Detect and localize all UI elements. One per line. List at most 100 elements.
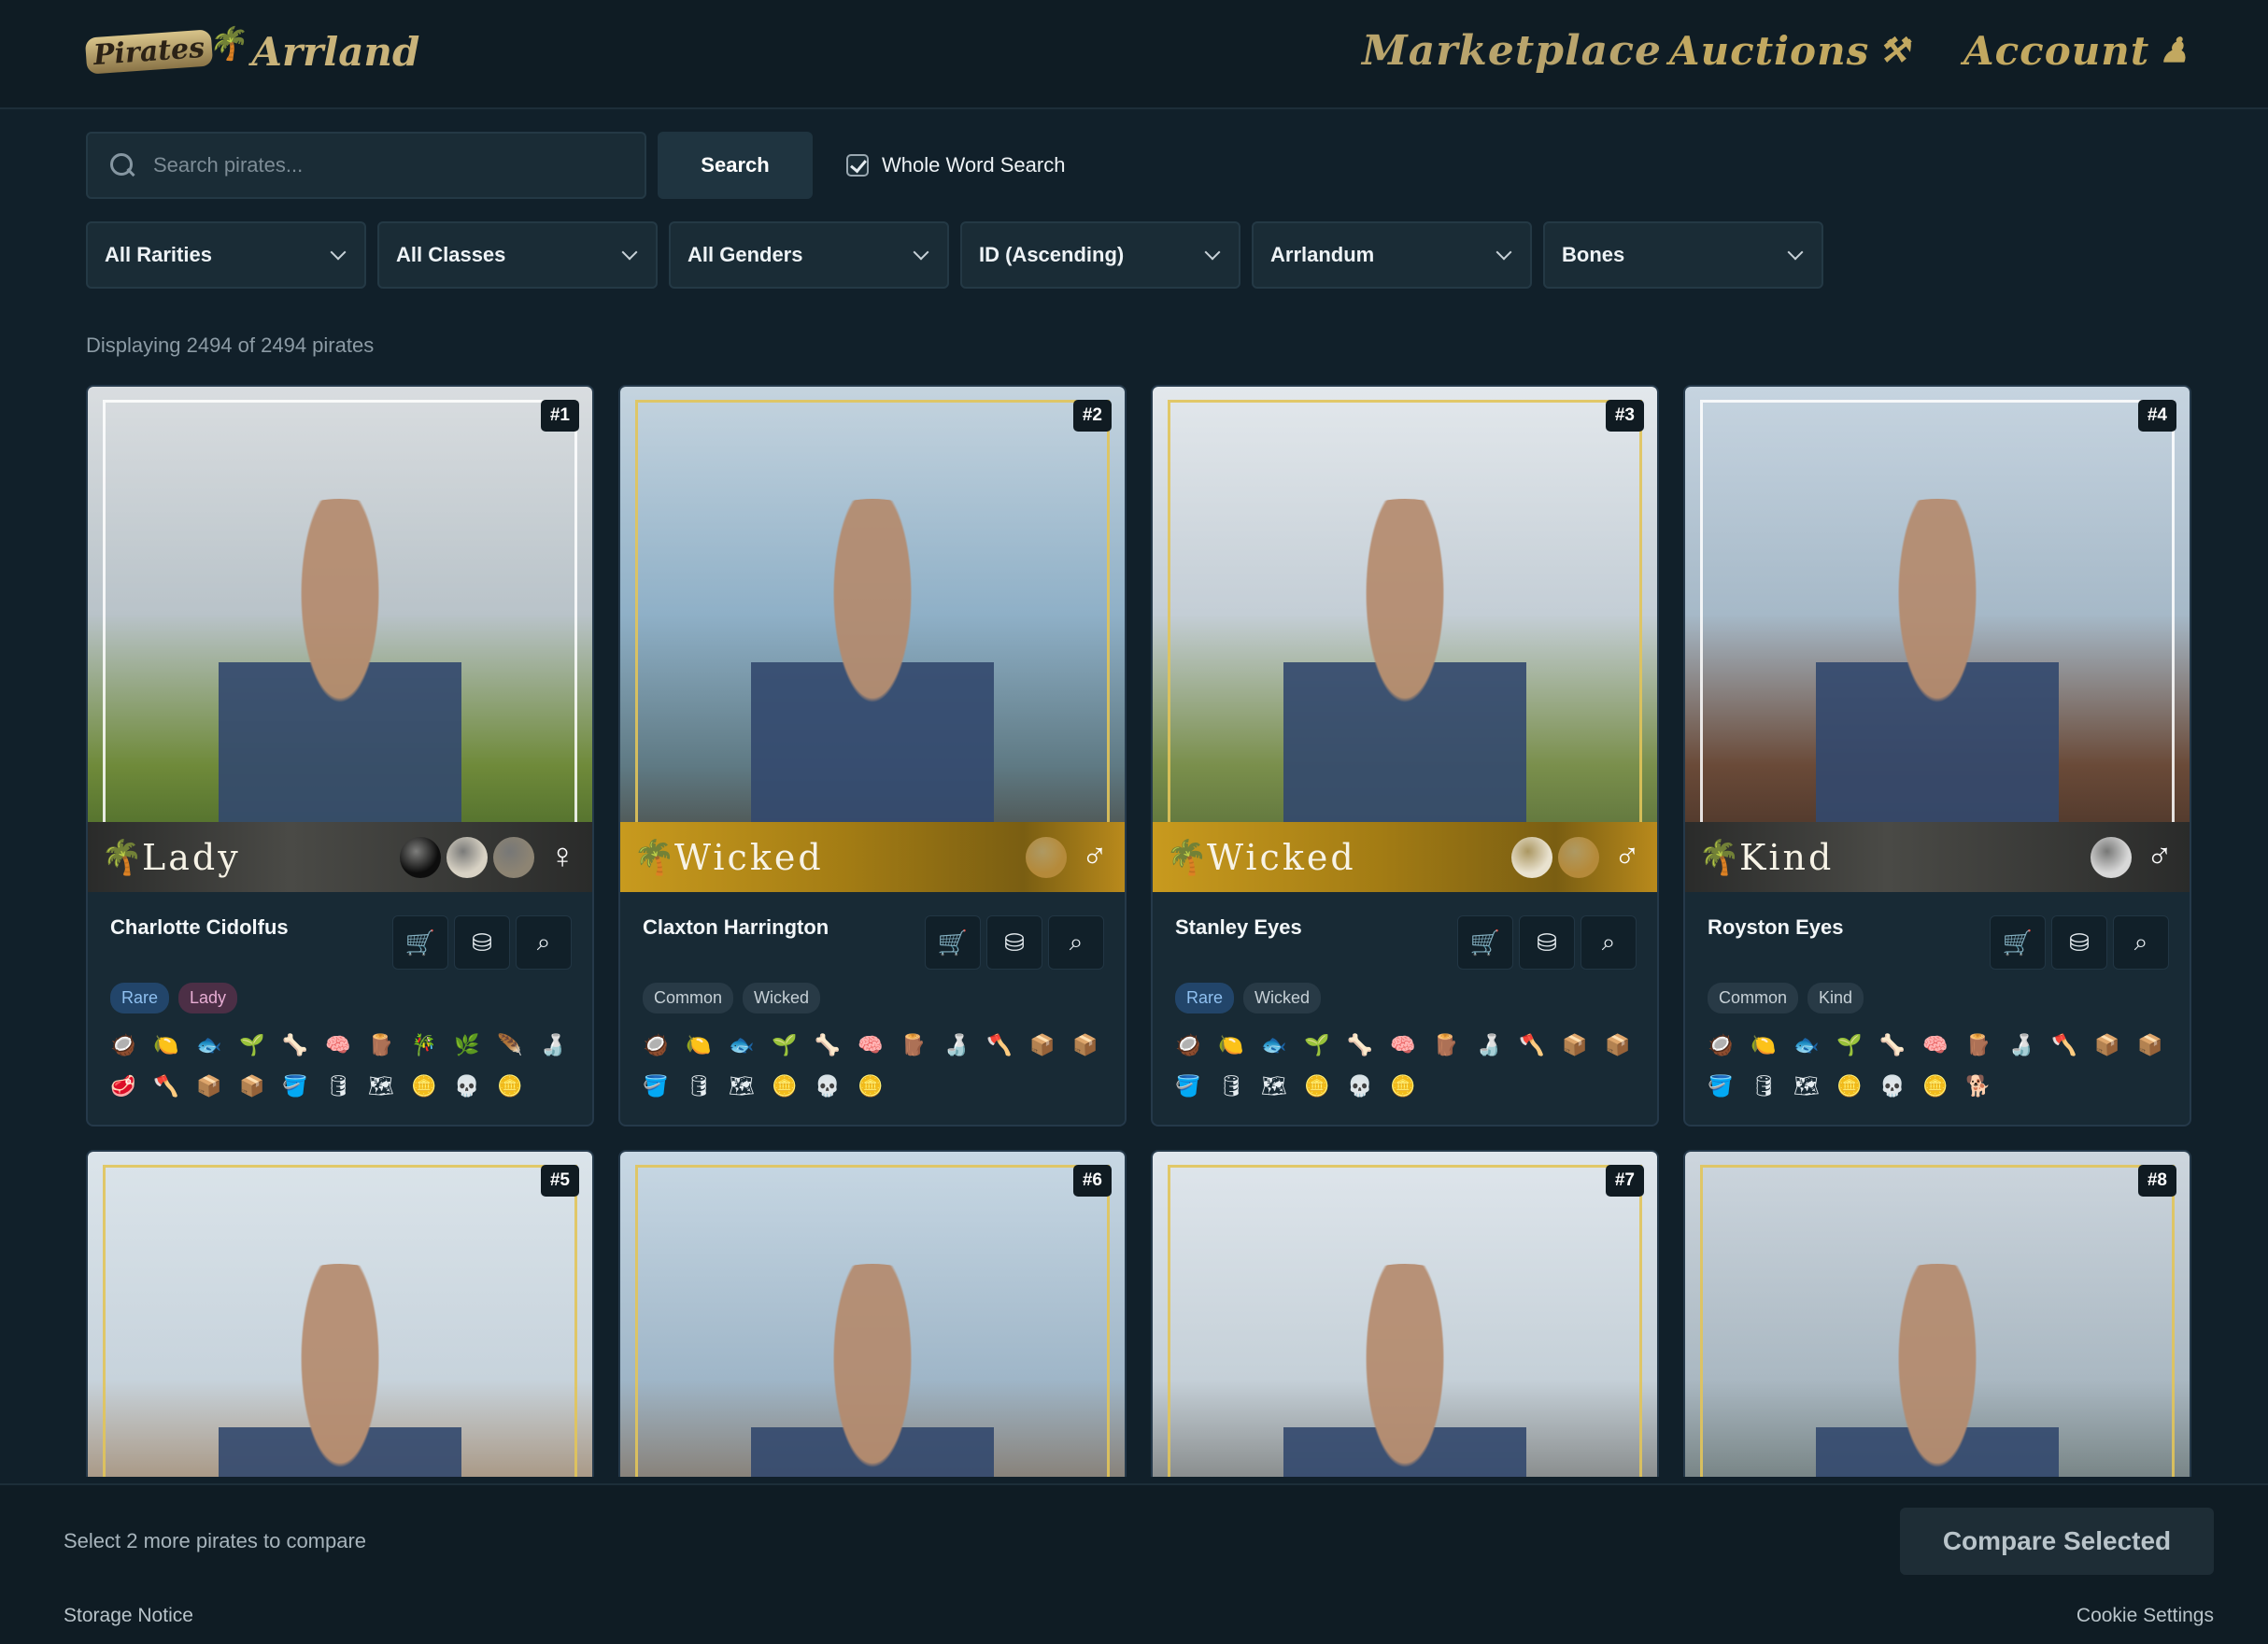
sort-select[interactable]: ID (Ascending) xyxy=(960,221,1240,289)
trait-icon: 🪣 xyxy=(282,1074,308,1098)
trait-icon: 🦴 xyxy=(1879,1033,1906,1056)
currency-select[interactable]: Arrlandum xyxy=(1252,221,1532,289)
card-actions: 🛒 ⛁ ⌕ xyxy=(925,915,1104,970)
trait-icon: 🌱 xyxy=(1836,1033,1863,1056)
nav-marketplace[interactable]: Marketplace xyxy=(1362,21,1662,80)
pirate-portrait[interactable]: #4 🌴 Kind ♂ xyxy=(1685,387,2190,892)
trait-icon: 🪣 xyxy=(1175,1074,1201,1098)
portrait-frame xyxy=(103,400,577,892)
trait-icon: 🪓 xyxy=(1519,1033,1545,1056)
pirate-card[interactable]: #3 🌴 Wicked ♂ Stanley Eyes 🛒 ⛁ ⌕ Rare Wicked 🥥 🍋 🐟 🌱 🦴… xyxy=(1151,385,1659,1127)
search-icon: ⌕ xyxy=(1069,928,1084,956)
trait-icon: 🌿 xyxy=(454,1033,480,1056)
search-input[interactable] xyxy=(153,153,620,177)
pirate-card[interactable]: #5 xyxy=(86,1150,594,1477)
class-badge: Kind xyxy=(1807,983,1864,1013)
whole-word-checkbox[interactable] xyxy=(846,154,869,177)
trait-icon: 📦 xyxy=(2137,1033,2163,1056)
pirate-portrait[interactable]: #2 🌴 Wicked ♂ xyxy=(620,387,1125,892)
gender-select[interactable]: All Genders xyxy=(669,221,949,289)
buy-button[interactable]: 🛒 xyxy=(392,915,448,970)
pirate-id-badge: #8 xyxy=(2137,1165,2176,1197)
inspect-button[interactable]: ⌕ xyxy=(1581,915,1637,970)
collection-select-value: Bones xyxy=(1562,243,1625,266)
pirate-portrait[interactable]: #7 xyxy=(1153,1152,1657,1477)
trait-icon: 🥥 xyxy=(1708,1033,1734,1056)
offer-button[interactable]: ⛁ xyxy=(454,915,510,970)
pirate-card[interactable]: #1 🌴 Lady ♀ Charlotte Cidolfus 🛒 ⛁ ⌕ Rare Lady 🥥 🍋 🐟… xyxy=(86,385,594,1127)
chevron-down-icon xyxy=(1204,244,1221,261)
rarity-badge: Common xyxy=(1708,983,1799,1013)
storage-notice-link[interactable]: Storage Notice xyxy=(64,1605,193,1627)
class-banner-label: Lady xyxy=(142,836,241,878)
pirate-portrait[interactable]: #5 xyxy=(88,1152,592,1477)
class-banner-label: Kind xyxy=(1739,836,1835,878)
trait-icon: 💀 xyxy=(454,1074,480,1098)
trait-icon: 🛢 xyxy=(1218,1074,1244,1098)
trait-medal-icon xyxy=(2091,836,2132,878)
class-select[interactable]: All Classes xyxy=(377,221,658,289)
chevron-down-icon xyxy=(913,244,929,261)
trait-icon: 🛢 xyxy=(1751,1074,1777,1098)
trait-icon: 🪙 xyxy=(1836,1074,1863,1098)
buy-button[interactable]: 🛒 xyxy=(925,915,981,970)
pirate-card[interactable]: #6 xyxy=(618,1150,1127,1477)
offer-button[interactable]: ⛁ xyxy=(986,915,1042,970)
trait-icon: 🗺 xyxy=(1261,1074,1287,1098)
class-banner: 🌴 Wicked ♂ xyxy=(620,822,1125,892)
trait-icon: 🐟 xyxy=(1793,1033,1820,1056)
portrait-frame xyxy=(1700,1165,2175,1477)
pirate-portrait[interactable]: #3 🌴 Wicked ♂ xyxy=(1153,387,1657,892)
pirate-card[interactable]: #4 🌴 Kind ♂ Royston Eyes 🛒 ⛁ ⌕ Common Kind 🥥 🍋 🐟 🌱 🦴 🧠 🪵… xyxy=(1683,385,2191,1127)
inspect-button[interactable]: ⌕ xyxy=(2113,915,2169,970)
rarity-select[interactable]: All Rarities xyxy=(86,221,366,289)
inspect-button[interactable]: ⌕ xyxy=(516,915,572,970)
trait-icon: 🥥 xyxy=(110,1033,136,1056)
portrait-frame xyxy=(1168,400,1642,892)
nav-auctions[interactable]: Auctions ⚒ xyxy=(1669,21,1910,80)
trait-icon: 🍋 xyxy=(1751,1033,1777,1056)
pirates-of-arrland-logo[interactable]: Pirates 🌴 Arrland xyxy=(84,25,419,77)
trait-icon: 📦 xyxy=(1029,1033,1056,1056)
coins-icon: ⛁ xyxy=(2069,928,2090,957)
cart-icon: 🛒 xyxy=(937,928,969,957)
trait-icon: 🗺 xyxy=(368,1074,394,1098)
pirate-portrait[interactable]: #6 xyxy=(620,1152,1125,1477)
pirate-portrait[interactable]: #1 🌴 Lady ♀ xyxy=(88,387,592,892)
buy-button[interactable]: 🛒 xyxy=(1457,915,1513,970)
card-actions: 🛒 ⛁ ⌕ xyxy=(1457,915,1637,970)
chevron-down-icon xyxy=(330,244,347,261)
search-button[interactable]: Search xyxy=(658,132,813,199)
inspect-button[interactable]: ⌕ xyxy=(1048,915,1104,970)
pirate-card[interactable]: #7 xyxy=(1151,1150,1659,1477)
compare-selected-button[interactable]: Compare Selected xyxy=(1900,1508,2214,1575)
trait-icon: 🦴 xyxy=(815,1033,841,1056)
nav-account[interactable]: Account ♟ xyxy=(1963,21,2190,80)
pirate-card[interactable]: #8 xyxy=(1683,1150,2191,1477)
collection-select[interactable]: Bones xyxy=(1543,221,1823,289)
pirate-id-badge: #6 xyxy=(1072,1165,1112,1197)
trait-icon: 🍶 xyxy=(943,1033,970,1056)
rarity-badge: Common xyxy=(643,983,734,1013)
cookie-settings-link[interactable]: Cookie Settings xyxy=(2077,1605,2214,1627)
class-badge: Wicked xyxy=(743,983,821,1013)
trait-icon: 🗺 xyxy=(1793,1074,1820,1098)
trait-icon: 💀 xyxy=(1347,1074,1373,1098)
trait-icon: 🪵 xyxy=(1433,1033,1459,1056)
trait-icon: 🧠 xyxy=(325,1033,351,1056)
pirate-name: Claxton Harrington xyxy=(643,915,829,939)
trait-icon: 🐕 xyxy=(1965,1074,1992,1098)
offer-button[interactable]: ⛁ xyxy=(1519,915,1575,970)
nav-auctions-label: Auctions xyxy=(1669,27,1870,74)
class-banner-label: Wicked xyxy=(1207,836,1356,878)
pirate-portrait[interactable]: #8 xyxy=(1685,1152,2190,1477)
buy-button[interactable]: 🛒 xyxy=(1990,915,2046,970)
class-banner: 🌴 Kind ♂ xyxy=(1685,822,2190,892)
offer-button[interactable]: ⛁ xyxy=(2051,915,2107,970)
search-field[interactable] xyxy=(86,132,646,199)
trait-icon: 💀 xyxy=(815,1074,841,1098)
trait-icon: 🪙 xyxy=(1304,1074,1330,1098)
trait-icon: 🦴 xyxy=(282,1033,308,1056)
pirate-card[interactable]: #2 🌴 Wicked ♂ Claxton Harrington 🛒 ⛁ ⌕ Common Wic… xyxy=(618,385,1127,1127)
whole-word-search-toggle[interactable]: Whole Word Search xyxy=(846,149,1065,182)
